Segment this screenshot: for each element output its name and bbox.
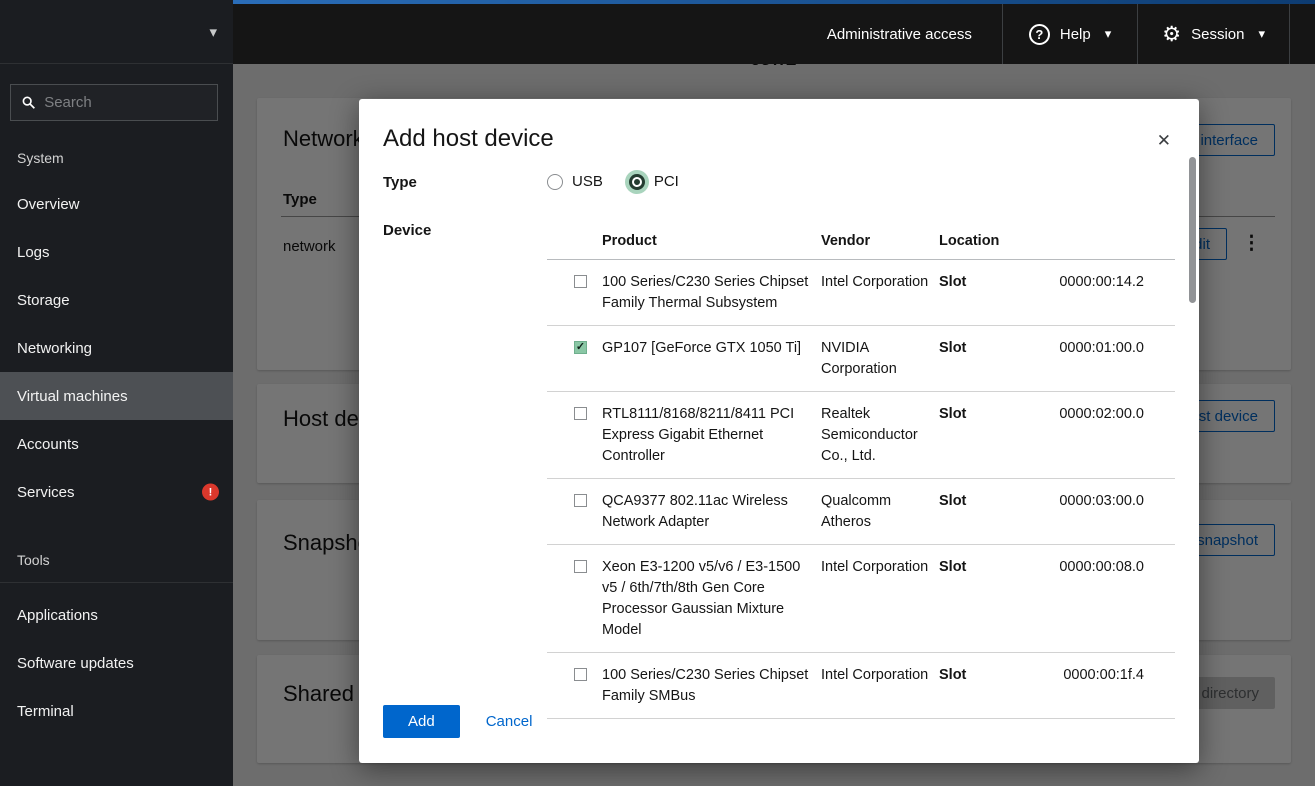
device-location: Slot 0000:01:00.0 — [939, 340, 1144, 356]
device-product: Xeon E3-1200 v5/v6 / E3-1500 v5 / 6th/7t… — [602, 559, 801, 638]
search-box — [10, 84, 218, 121]
sidebar-item-label: Logs — [17, 243, 50, 261]
sidebar-item-label: Storage — [17, 291, 70, 309]
device-label: Device — [383, 222, 432, 239]
device-vendor: Intel Corporation — [821, 274, 929, 290]
add-host-device-dialog: ✕ Add host device Type USB PCI Device Pr… — [359, 99, 1199, 763]
masthead-end-divider — [1289, 4, 1315, 64]
gear-icon: ⚙ — [1162, 22, 1182, 46]
device-location: Slot 0000:03:00.0 — [939, 493, 1144, 509]
check-icon: ✓ — [575, 341, 586, 353]
sidebar-item-label: Accounts — [17, 435, 79, 453]
sidebar-item-software-updates[interactable]: Software updates — [0, 639, 233, 687]
device-vendor: Realtek Semiconductor Co., Ltd. — [821, 406, 918, 464]
search-icon — [22, 96, 35, 109]
sidebar-item-accounts[interactable]: Accounts — [0, 420, 233, 468]
device-row: RTL8111/8168/8211/8411 PCI Express Gigab… — [547, 392, 1175, 479]
sidebar-item-label: Overview — [17, 195, 80, 213]
sidebar-item-label: Applications — [17, 606, 98, 624]
device-table: Product Vendor Location 100 Series/C230 … — [547, 221, 1175, 719]
session-menu[interactable]: ⚙ Session ▾ — [1137, 4, 1289, 64]
radio-pci-label: PCI — [653, 173, 679, 190]
device-row: QCA9377 802.11ac Wireless Network Adapte… — [547, 479, 1175, 545]
device-product: GP107 [GeForce GTX 1050 Ti] — [602, 340, 802, 356]
sidebar-item-virtual-machines[interactable]: Virtual machines — [0, 372, 233, 420]
device-checkbox-checked[interactable]: ✓ — [574, 341, 587, 354]
device-checkbox[interactable] — [574, 494, 587, 507]
device-vendor: Intel Corporation — [821, 667, 929, 683]
device-vendor: Qualcomm Atheros — [821, 493, 892, 530]
sidebar: ▾ System Overview Logs Storage Networkin… — [0, 0, 233, 786]
warning-badge-icon: ! — [202, 483, 219, 501]
search-input[interactable] — [44, 94, 206, 111]
sidebar-item-networking[interactable]: Networking — [0, 324, 233, 372]
help-menu[interactable]: ? Help ▾ — [1001, 4, 1137, 64]
nav-divider — [0, 582, 233, 583]
device-table-header: Product Vendor Location — [547, 221, 1175, 260]
radio-pci-circle[interactable] — [628, 173, 645, 190]
sidebar-item-label: Virtual machines — [17, 387, 128, 405]
device-location: Slot 0000:00:08.0 — [939, 559, 1144, 575]
type-label: Type — [383, 174, 417, 191]
sidebar-item-terminal[interactable]: Terminal — [0, 687, 233, 735]
device-location: Slot 0000:02:00.0 — [939, 406, 1144, 422]
device-product: 100 Series/C230 Series Chipset Family SM… — [602, 667, 809, 704]
administrative-access-label: Administrative access — [826, 25, 972, 43]
chevron-down-icon: ▾ — [1258, 26, 1265, 41]
radio-pci[interactable]: PCI — [628, 173, 679, 190]
sidebar-item-label: Services — [17, 483, 75, 501]
device-product: RTL8111/8168/8211/8411 PCI Express Gigab… — [602, 406, 795, 464]
host-switcher[interactable]: ▾ — [0, 0, 233, 64]
sidebar-item-storage[interactable]: Storage — [0, 276, 233, 324]
radio-usb-circle[interactable] — [547, 173, 563, 190]
device-location: Slot 0000:00:1f.4 — [939, 667, 1144, 683]
sidebar-item-applications[interactable]: Applications — [0, 591, 233, 639]
device-checkbox[interactable] — [574, 275, 587, 288]
device-row: ✓ GP107 [GeForce GTX 1050 Ti] NVIDIA Cor… — [547, 326, 1175, 392]
device-location: Slot 0000:00:14.2 — [939, 274, 1144, 290]
sidebar-nav: System Overview Logs Storage Networking … — [0, 140, 233, 735]
masthead: Administrative access ? Help ▾ ⚙ Session… — [233, 0, 1315, 64]
col-product: Product — [602, 233, 657, 249]
sidebar-item-services[interactable]: Services ! — [0, 468, 233, 516]
dialog-footer: Add Cancel — [383, 705, 532, 738]
col-vendor: Vendor — [821, 233, 871, 249]
device-row: 100 Series/C230 Series Chipset Family Th… — [547, 260, 1175, 326]
nav-section-tools: Tools — [17, 552, 50, 568]
type-radio-group: USB PCI — [547, 173, 1175, 190]
device-checkbox[interactable] — [574, 560, 587, 573]
help-icon: ? — [1028, 23, 1050, 45]
sidebar-item-logs[interactable]: Logs — [0, 228, 233, 276]
close-icon[interactable]: ✕ — [1157, 131, 1171, 151]
chevron-down-icon: ▾ — [209, 23, 217, 41]
device-checkbox[interactable] — [574, 407, 587, 420]
device-row: 100 Series/C230 Series Chipset Family SM… — [547, 653, 1175, 719]
sidebar-item-label: Software updates — [17, 654, 134, 672]
radio-usb[interactable]: USB — [547, 173, 603, 190]
device-product: QCA9377 802.11ac Wireless Network Adapte… — [602, 493, 788, 530]
device-vendor: Intel Corporation — [821, 559, 929, 575]
nav-section-system: System — [17, 150, 64, 166]
help-label: Help — [1059, 25, 1091, 43]
administrative-access-button[interactable]: Administrative access — [797, 4, 1002, 64]
cancel-button[interactable]: Cancel — [486, 713, 533, 730]
sidebar-item-overview[interactable]: Overview — [0, 180, 233, 228]
device-product: 100 Series/C230 Series Chipset Family Th… — [602, 274, 809, 311]
chevron-down-icon: ▾ — [1104, 26, 1112, 41]
sidebar-item-label: Networking — [17, 339, 93, 357]
session-label: Session — [1191, 25, 1245, 43]
device-checkbox[interactable] — [574, 668, 587, 681]
device-row: Xeon E3-1200 v5/v6 / E3-1500 v5 / 6th/7t… — [547, 545, 1175, 653]
sidebar-item-label: Terminal — [17, 702, 74, 720]
dialog-title: Add host device — [383, 125, 554, 152]
add-button[interactable]: Add — [383, 705, 460, 738]
modal-scrollbar-thumb[interactable] — [1189, 157, 1196, 303]
col-location: Location — [939, 233, 1000, 249]
device-vendor: NVIDIA Corporation — [821, 340, 897, 377]
radio-usb-label: USB — [572, 173, 603, 190]
